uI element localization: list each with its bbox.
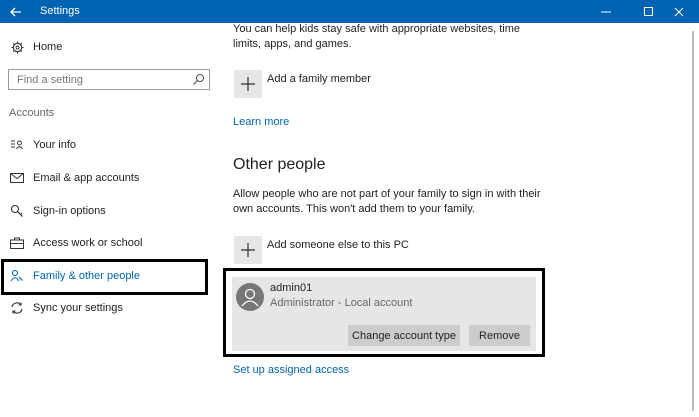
scroll-thumb[interactable] — [692, 31, 694, 411]
close-icon — [674, 7, 684, 16]
sidebar-item-email-app-accounts[interactable]: Email & app accounts — [0, 164, 210, 192]
sidebar-item-label: Home — [33, 41, 63, 53]
close-button[interactable] — [662, 0, 696, 23]
briefcase-icon — [10, 236, 24, 250]
sidebar: Home Accounts Your info Email & app acco… — [0, 23, 220, 417]
key-icon — [10, 204, 24, 218]
sidebar-item-label: Sync your settings — [33, 302, 123, 314]
scrollbar[interactable] — [686, 23, 699, 417]
sync-icon — [10, 301, 24, 315]
sidebar-item-sign-in-options[interactable]: Sign-in options — [0, 197, 210, 225]
other-people-description: Allow people who are not part of your fa… — [233, 188, 541, 215]
account-name: admin01 — [270, 282, 313, 294]
avatar — [236, 283, 264, 311]
main-content: You can help kids stay safe with appropr… — [220, 23, 680, 417]
back-button[interactable] — [0, 0, 32, 23]
arrow-left-icon — [10, 7, 21, 16]
account-card[interactable]: admin01 Administrator - Local account Ch… — [232, 277, 536, 351]
maximize-icon — [644, 6, 653, 16]
set-up-assigned-access-link[interactable]: Set up assigned access — [233, 364, 349, 376]
highlight-box — [1, 259, 208, 295]
add-someone-else-label[interactable]: Add someone else to this PC — [267, 238, 409, 253]
section-header: Accounts — [9, 107, 55, 119]
maximize-button[interactable] — [632, 0, 666, 23]
search-input[interactable] — [9, 70, 189, 89]
learn-more-link[interactable]: Learn more — [233, 116, 289, 128]
sidebar-item-your-info[interactable]: Your info — [0, 131, 210, 159]
account-type: Administrator - Local account — [270, 297, 413, 309]
sidebar-item-label: Sign-in options — [33, 205, 106, 217]
change-account-type-button[interactable]: Change account type — [348, 325, 460, 346]
add-someone-else-button[interactable] — [234, 236, 262, 264]
sidebar-item-sync-settings[interactable]: Sync your settings — [0, 294, 210, 322]
plus-icon — [241, 243, 255, 257]
sidebar-item-access-work-school[interactable]: Access work or school — [0, 229, 210, 257]
gear-icon — [10, 40, 24, 54]
minimize-button[interactable] — [589, 0, 623, 23]
sidebar-item-label: Your info — [33, 139, 77, 151]
sidebar-item-home[interactable]: Home — [0, 33, 210, 61]
account-highlight-box: admin01 Administrator - Local account Ch… — [223, 268, 545, 357]
add-family-member-label[interactable]: Add a family member — [267, 72, 371, 87]
sidebar-item-label: Email & app accounts — [33, 172, 140, 184]
mail-icon — [10, 171, 24, 185]
remove-button[interactable]: Remove — [469, 325, 530, 346]
person-card-icon — [10, 138, 24, 152]
user-avatar-icon — [241, 288, 259, 307]
title-bar: Settings — [0, 0, 699, 23]
family-intro-text: You can help kids stay safe with appropr… — [233, 23, 520, 50]
minimize-icon — [601, 11, 611, 12]
other-people-heading: Other people — [233, 156, 326, 173]
sidebar-item-label: Access work or school — [33, 237, 143, 249]
search-icon — [193, 73, 205, 85]
plus-icon — [241, 77, 255, 91]
window-title: Settings — [40, 5, 80, 17]
search-box[interactable] — [8, 69, 210, 90]
add-family-member-button[interactable] — [234, 70, 262, 98]
